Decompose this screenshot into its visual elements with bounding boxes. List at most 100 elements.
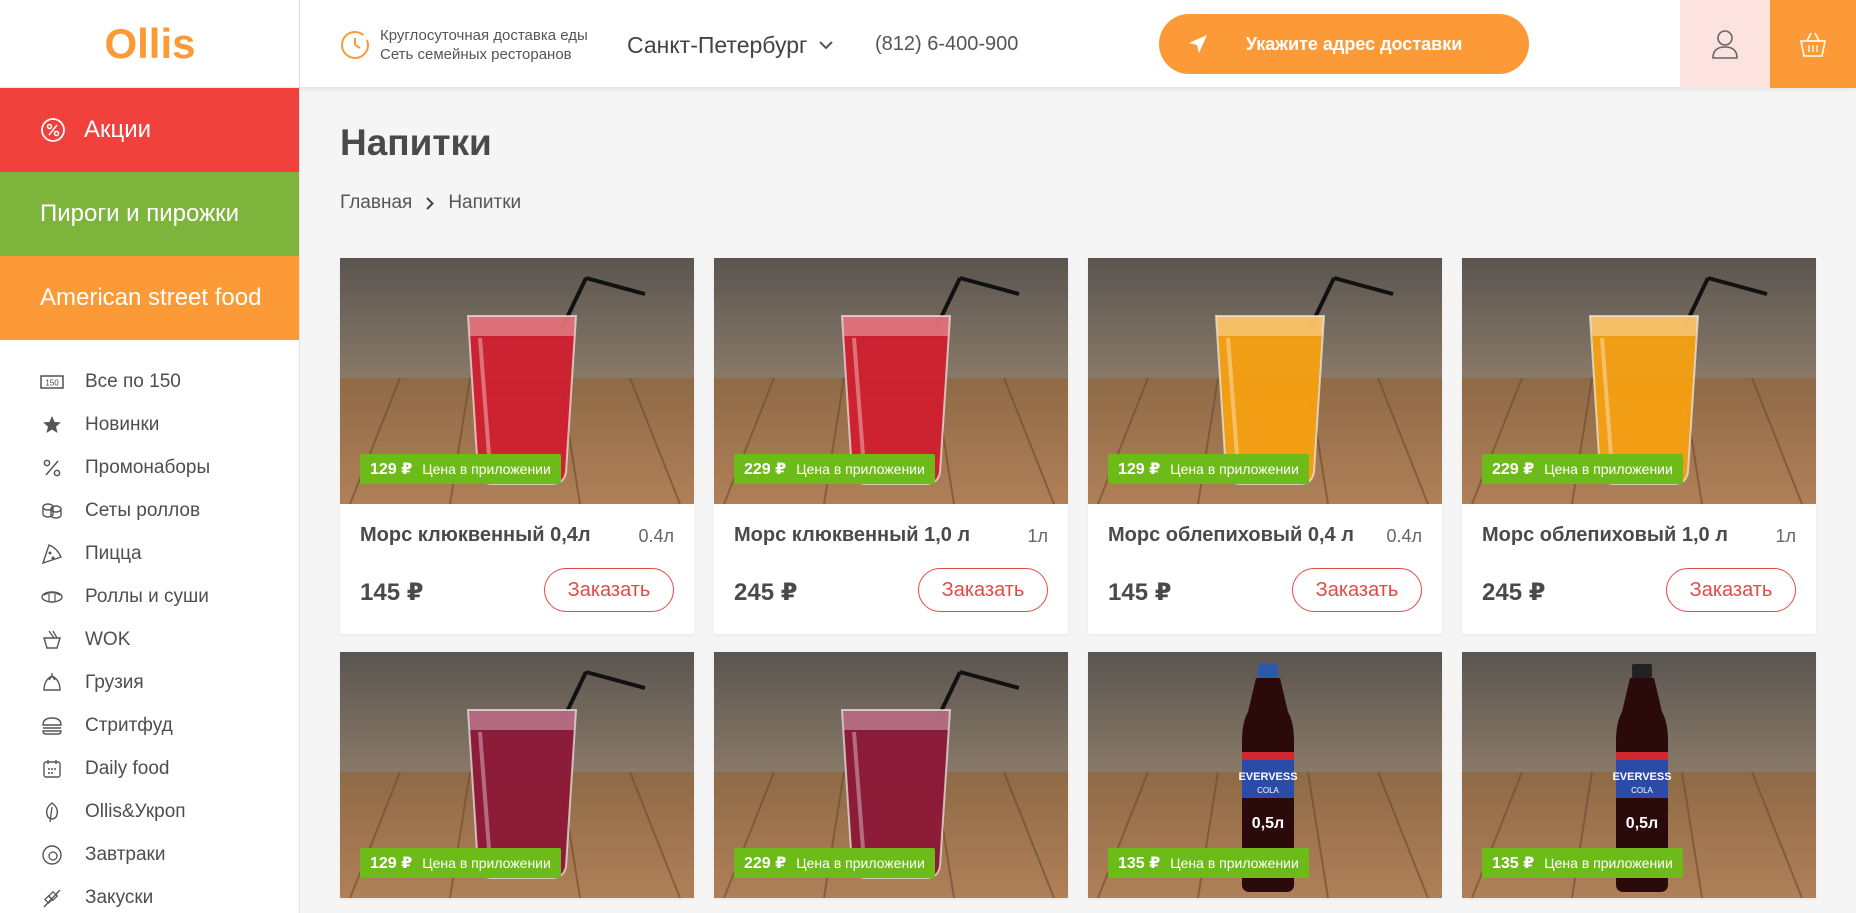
sidebar-item-snacks[interactable]: Закуски bbox=[0, 876, 299, 913]
sidebar-item-label: Грузия bbox=[85, 671, 144, 693]
product-card[interactable]: 229 ₽ Цена в приложении Морс клюквенный 1,… bbox=[714, 258, 1068, 634]
sidebar-featured-american[interactable]: American street food bbox=[0, 256, 299, 340]
sidebar-item-ollis-ukrop[interactable]: Ollis&Укроп bbox=[0, 790, 299, 833]
product-name[interactable]: Морс клюквенный 1,0 л bbox=[734, 524, 970, 547]
product-image[interactable]: 229 ₽ Цена в приложении bbox=[1462, 258, 1816, 504]
app-price: 229 ₽ bbox=[744, 461, 787, 478]
top-header: Круглосуточная доставка еды Сеть семейны… bbox=[300, 0, 1856, 88]
product-card[interactable]: 129 ₽ Цена в приложении Морс облепиховый 0… bbox=[1088, 258, 1442, 634]
app-price-note: Цена в приложении bbox=[422, 461, 551, 477]
percent-icon bbox=[40, 456, 64, 480]
app-price-badge: 229 ₽ Цена в приложении bbox=[1482, 454, 1683, 484]
sidebar-item-sushi[interactable]: Роллы и суши bbox=[0, 575, 299, 618]
sidebar-item-georgia[interactable]: Грузия bbox=[0, 661, 299, 704]
svg-text:EVERVESS: EVERVESS bbox=[1238, 771, 1297, 783]
delivery-address-label: Укажите адрес доставки bbox=[1245, 33, 1463, 54]
sidebar-item-wok[interactable]: WOK bbox=[0, 618, 299, 661]
app-price-note: Цена в приложении bbox=[796, 461, 925, 477]
breadcrumb-home[interactable]: Главная bbox=[340, 192, 412, 214]
user-icon bbox=[1712, 30, 1738, 59]
sidebar-featured-label: Акции bbox=[84, 116, 152, 143]
delivery-address-button[interactable]: Укажите адрес доставки bbox=[1159, 14, 1529, 74]
calendar-icon bbox=[40, 757, 64, 781]
app-price: 129 ₽ bbox=[370, 855, 413, 872]
product-card[interactable]: EVERVESS COLA 0,5л 135 ₽ Цена в приложени… bbox=[1088, 652, 1442, 898]
app-price-note: Цена в приложении bbox=[796, 855, 925, 871]
page-title: Напитки bbox=[340, 122, 492, 163]
order-button[interactable]: Заказать bbox=[918, 568, 1048, 612]
product-card[interactable]: 229 ₽ Цена в приложении Морс облепиховый 1… bbox=[1462, 258, 1816, 634]
order-button[interactable]: Заказать bbox=[1666, 568, 1796, 612]
product-image[interactable]: 129 ₽ Цена в приложении bbox=[340, 258, 694, 504]
app-price-note: Цена в приложении bbox=[1544, 855, 1673, 871]
product-image[interactable]: EVERVESS COLA 0,5л 135 ₽ Цена в приложени… bbox=[1088, 652, 1442, 898]
product-name[interactable]: Морс облепиховый 0,4 л bbox=[1108, 524, 1354, 547]
sidebar-item-label: Стритфуд bbox=[85, 714, 173, 736]
order-button[interactable]: Заказать bbox=[1292, 568, 1422, 612]
sidebar-item-all-150[interactable]: 150 Все по 150 bbox=[0, 360, 299, 403]
sidebar-item-roll-sets[interactable]: Сеты роллов bbox=[0, 489, 299, 532]
sidebar-item-daily-food[interactable]: Daily food bbox=[0, 747, 299, 790]
product-name[interactable]: Морс облепиховый 1,0 л bbox=[1482, 524, 1728, 547]
app-price-note: Цена в приложении bbox=[1544, 461, 1673, 477]
sidebar-featured-promo[interactable]: Акции bbox=[0, 88, 299, 172]
app-price-badge: 229 ₽ Цена в приложении bbox=[734, 848, 935, 878]
price-150-icon: 150 bbox=[40, 370, 64, 394]
app-price: 229 ₽ bbox=[1492, 461, 1535, 478]
app-price-badge: 129 ₽ Цена в приложении bbox=[360, 848, 561, 878]
account-button[interactable] bbox=[1680, 0, 1770, 88]
star-icon bbox=[40, 413, 64, 437]
product-info: Морс облепиховый 1,0 л 1л 245 ₽ Заказать bbox=[1462, 504, 1816, 634]
product-volume: 1л bbox=[1775, 526, 1796, 546]
app-price: 135 ₽ bbox=[1492, 855, 1535, 872]
app-price-badge: 135 ₽ Цена в приложении bbox=[1482, 848, 1683, 878]
product-image[interactable]: 129 ₽ Цена в приложении bbox=[1088, 258, 1442, 504]
sidebar-item-label: Daily food bbox=[85, 757, 170, 779]
cart-button[interactable] bbox=[1770, 0, 1856, 88]
product-volume: 1л bbox=[1027, 526, 1048, 546]
product-card[interactable]: EVERVESS COLA 0,5л 135 ₽ Цена в приложени… bbox=[1462, 652, 1816, 898]
product-name[interactable]: Морс клюквенный 0,4л bbox=[360, 524, 591, 547]
rolls-set-icon bbox=[40, 499, 64, 523]
leaf-icon bbox=[40, 800, 64, 824]
product-price: 145 ₽ bbox=[360, 579, 424, 606]
product-image[interactable]: 229 ₽ Цена в приложении bbox=[714, 652, 1068, 898]
app-price: 129 ₽ bbox=[1118, 461, 1161, 478]
sidebar-item-label: Закуски bbox=[85, 886, 154, 908]
sidebar-item-promo-sets[interactable]: Промонаборы bbox=[0, 446, 299, 489]
sidebar-featured-pies[interactable]: Пироги и пирожки bbox=[0, 172, 299, 256]
city-selector[interactable]: Санкт-Петербург bbox=[627, 32, 834, 59]
sidebar-item-label: Роллы и суши bbox=[85, 585, 209, 607]
sidebar-item-new[interactable]: Новинки bbox=[0, 403, 299, 446]
sidebar-item-label: Все по 150 bbox=[85, 370, 181, 392]
breadcrumb: Главная Напитки bbox=[340, 192, 521, 214]
sidebar-item-label: Ollis&Укроп bbox=[85, 800, 186, 822]
product-volume: 0.4л bbox=[638, 526, 674, 546]
svg-text:0,5л: 0,5л bbox=[1626, 815, 1658, 832]
sidebar: Ollis Акции Пироги и пирожки American st… bbox=[0, 0, 300, 913]
khinkali-icon bbox=[40, 671, 64, 695]
product-card[interactable]: 129 ₽ Цена в приложении bbox=[340, 652, 694, 898]
sidebar-item-breakfast[interactable]: Завтраки bbox=[0, 833, 299, 876]
svg-text:COLA: COLA bbox=[1257, 786, 1279, 795]
sidebar-item-streetfood[interactable]: Стритфуд bbox=[0, 704, 299, 747]
category-menu: 150 Все по 150 Новинки Промонаборы Сеты … bbox=[0, 340, 299, 913]
skewer-icon bbox=[40, 886, 64, 910]
sidebar-item-label: Сеты роллов bbox=[85, 499, 201, 521]
product-card[interactable]: 129 ₽ Цена в приложении Морс клюквенный 0,… bbox=[340, 258, 694, 634]
product-info: Морс облепиховый 0,4 л 0.4л 145 ₽ Заказать bbox=[1088, 504, 1442, 634]
chevron-right-icon bbox=[426, 196, 435, 210]
logo[interactable]: Ollis bbox=[0, 0, 299, 88]
product-price: 245 ₽ bbox=[734, 579, 798, 606]
svg-text:EVERVESS: EVERVESS bbox=[1612, 771, 1671, 783]
tagline-line-2: Сеть семейных ресторанов bbox=[380, 46, 572, 63]
order-button[interactable]: Заказать bbox=[544, 568, 674, 612]
chevron-down-icon bbox=[819, 41, 834, 50]
sidebar-item-pizza[interactable]: Пицца bbox=[0, 532, 299, 575]
phone-number[interactable]: (812) 6-400-900 bbox=[875, 33, 1018, 56]
product-image[interactable]: 229 ₽ Цена в приложении bbox=[714, 258, 1068, 504]
product-card[interactable]: 229 ₽ Цена в приложении bbox=[714, 652, 1068, 898]
sidebar-item-label: Новинки bbox=[85, 413, 160, 435]
product-image[interactable]: 129 ₽ Цена в приложении bbox=[340, 652, 694, 898]
product-image[interactable]: EVERVESS COLA 0,5л 135 ₽ Цена в приложени… bbox=[1462, 652, 1816, 898]
